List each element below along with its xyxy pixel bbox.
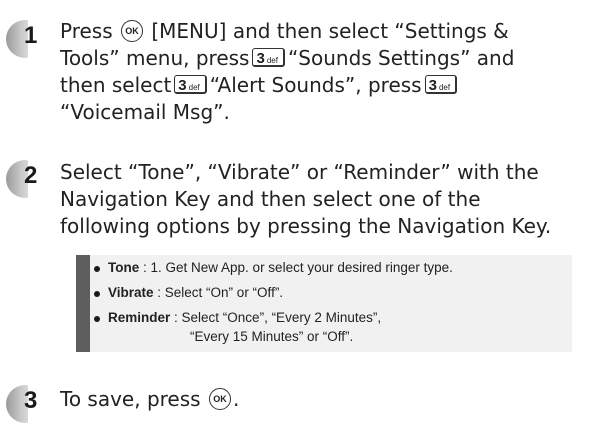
key-3-icon: 3 def bbox=[424, 75, 458, 94]
step-3-text: To save, press OK. bbox=[60, 386, 583, 413]
step-number-badge: 3 bbox=[0, 385, 46, 425]
step-number-badge: 1 bbox=[0, 20, 46, 60]
option-text: : Select “Once”, “Every 2 Minutes”, bbox=[170, 310, 382, 325]
step-3-line1a: To save, press bbox=[60, 387, 201, 411]
option-text: : 1. Get New App. or select your desired… bbox=[139, 260, 453, 275]
step-2-text: Select “Tone”, “Vibrate” or “Reminder” w… bbox=[60, 159, 583, 240]
step-2-line2: Navigation Key and then select one of th… bbox=[60, 187, 481, 211]
option-label: Vibrate bbox=[108, 285, 154, 300]
option-text: : Select “On” or “Off”. bbox=[153, 285, 284, 300]
step-number-badge: 2 bbox=[0, 160, 46, 200]
key-3-icon: 3 def bbox=[174, 75, 207, 94]
step-number: 1 bbox=[24, 22, 38, 49]
option-label: Reminder bbox=[108, 310, 171, 325]
step-1-line3b: “Alert Sounds”, press bbox=[209, 73, 422, 97]
key-3-icon: 3 def bbox=[252, 48, 285, 67]
step-1-line2b: “Sounds Settings” and bbox=[287, 46, 515, 70]
option-reminder: Reminder : Select “Once”, “Every 2 Minut… bbox=[94, 310, 382, 325]
ok-key-icon: OK bbox=[121, 19, 143, 42]
option-reminder-continuation: “Every 15 Minutes” or “Off”. bbox=[190, 329, 354, 344]
step-1-line3a: then select bbox=[60, 73, 172, 97]
option-label: Tone bbox=[108, 260, 140, 275]
step-1-line1b: [MENU] and then select “Settings & bbox=[151, 19, 509, 43]
option-tone: Tone : 1. Get New App. or select your de… bbox=[94, 260, 453, 275]
step-1-text: Press OK [MENU] and then select “Setting… bbox=[60, 18, 583, 126]
step-2-line3: following options by pressing the Naviga… bbox=[60, 214, 552, 238]
step-1-line4: “Voicemail Msg”. bbox=[60, 100, 230, 124]
options-box: Tone : 1. Get New App. or select your de… bbox=[76, 255, 572, 352]
bullet-icon bbox=[94, 316, 100, 322]
option-vibrate: Vibrate : Select “On” or “Off”. bbox=[94, 285, 284, 300]
step-3-line1b: . bbox=[232, 387, 240, 411]
bullet-icon bbox=[94, 266, 100, 272]
step-1-line2a: Tools” menu, press bbox=[60, 46, 250, 70]
ok-key-icon: OK bbox=[208, 387, 231, 410]
bullet-icon bbox=[94, 291, 100, 297]
step-2-line1: Select “Tone”, “Vibrate” or “Reminder” w… bbox=[60, 160, 539, 184]
step-1-line1a: Press bbox=[60, 19, 113, 43]
step-number: 2 bbox=[24, 162, 38, 189]
step-number: 3 bbox=[24, 387, 38, 414]
